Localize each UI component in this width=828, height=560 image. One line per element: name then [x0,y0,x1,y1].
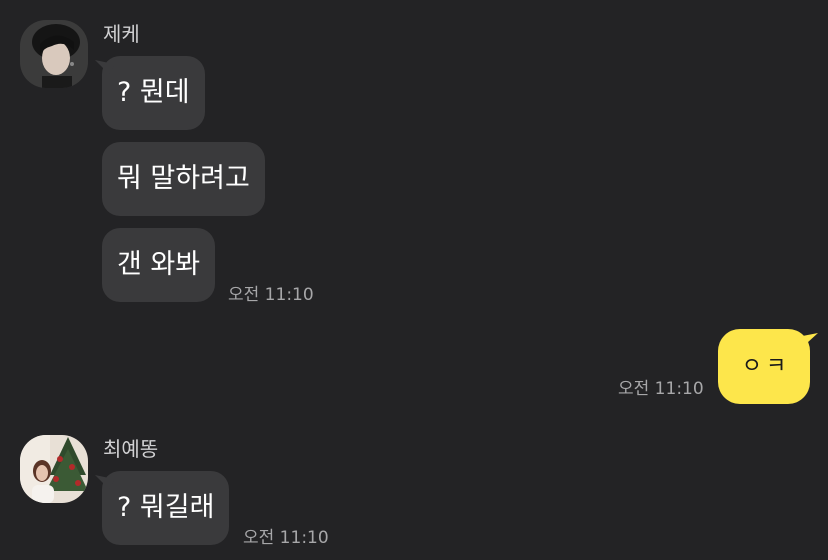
avatar-jeke[interactable] [20,20,88,88]
profile-photo-icon [20,435,88,503]
sender-name: 최예똥 [103,437,159,461]
message-bubble[interactable]: ? 뭔데 [102,56,205,130]
sender-name: 제케 [103,22,140,46]
message-bubble[interactable]: 뭐 말하려고 [102,142,265,216]
message-bubble[interactable]: 갠 와봐 [102,228,216,302]
message-timestamp: 오전 11:10 [618,379,704,399]
my-message-bubble[interactable]: ㅇㅋ [718,329,810,404]
message-timestamp: 오전 11:10 [228,285,314,305]
avatar-choiyettong[interactable] [20,435,88,503]
profile-photo-icon [20,20,88,88]
message-timestamp: 오전 11:10 [243,528,329,548]
message-bubble[interactable]: ? 뭐길래 [102,471,230,545]
